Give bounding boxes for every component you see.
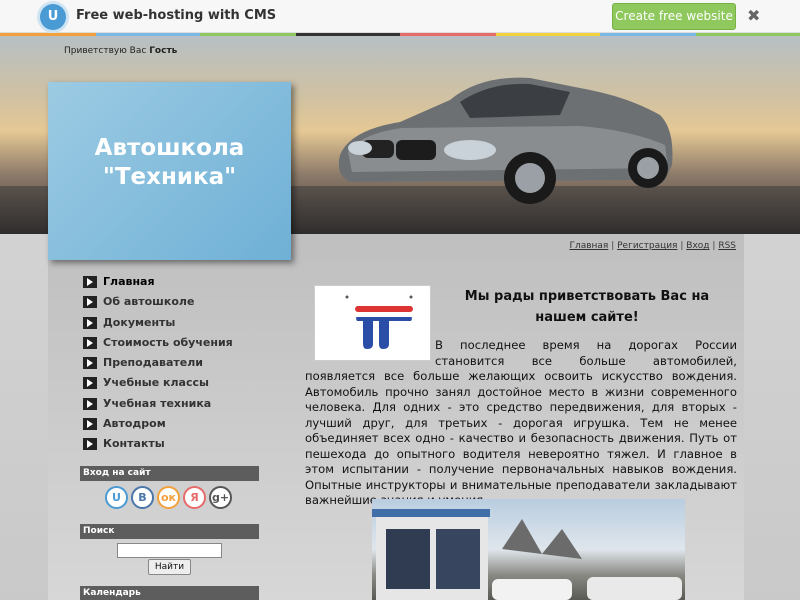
menu-item-contacts[interactable]: Контакты [83, 435, 233, 455]
login-block-title: Вход на сайт [80, 466, 259, 481]
vk-login-icon[interactable]: В [131, 486, 154, 509]
menu-item-label: Учебная техника [103, 396, 212, 410]
top-links: Главная | Регистрация | Вход | RSS [560, 241, 736, 251]
arrow-right-icon [83, 418, 97, 431]
float-spacer [305, 338, 435, 368]
site-title[interactable]: Автошкола "Техника" [48, 134, 291, 192]
arrow-right-icon [83, 357, 97, 370]
menu-item-label: Об автошколе [103, 295, 195, 309]
car-image [338, 77, 673, 204]
menu-item-about[interactable]: Об автошколе [83, 293, 233, 313]
ucoz-topbar: U Free web-hosting with CMS Create free … [0, 0, 800, 33]
menu-item-label: Главная [103, 275, 155, 288]
search-button[interactable]: Найти [148, 559, 191, 575]
arrow-right-icon [83, 316, 97, 329]
menu-item-label: Контакты [103, 437, 165, 451]
greeting-prefix: Приветствую Вас [64, 46, 147, 56]
school-photo [372, 499, 685, 600]
menu-item-vehicles[interactable]: Учебная техника [83, 395, 233, 415]
photo-scene [372, 509, 682, 600]
menu-item-documents[interactable]: Документы [83, 314, 233, 334]
google-plus-login-icon[interactable]: g+ [209, 486, 232, 509]
odnoklassniki-login-icon[interactable]: ок [157, 486, 180, 509]
content-paragraph: В последнее время на дорогах России стан… [305, 338, 737, 509]
side-menu: Главная Об автошколе Документы Стоимость… [83, 273, 233, 456]
arrow-right-icon [83, 438, 97, 451]
separator: | [680, 241, 684, 251]
separator: | [611, 241, 615, 251]
menu-item-teachers[interactable]: Преподаватели [83, 354, 233, 374]
search-block-title: Поиск [80, 524, 259, 539]
menu-item-label: Документы [103, 315, 176, 329]
calendar-block-title: Календарь [80, 586, 259, 600]
arrow-right-icon [83, 296, 97, 309]
create-website-button[interactable]: Create free website [612, 3, 736, 30]
menu-item-cost[interactable]: Стоимость обучения [83, 334, 233, 354]
arrow-right-icon [83, 336, 97, 349]
menu-item-home[interactable]: Главная [83, 273, 233, 293]
social-login-icons: U В ок Я g+ [105, 486, 232, 509]
menu-item-classes[interactable]: Учебные классы [83, 374, 233, 394]
menu-item-label: Автодром [103, 417, 166, 431]
separator: | [712, 241, 716, 251]
menu-item-label: Стоимость обучения [103, 335, 233, 349]
menu-item-label: Учебные классы [103, 376, 209, 390]
content-heading: Мы рады приветствовать Вас на нашем сайт… [464, 289, 710, 325]
site-title-line2: "Техника" [102, 164, 237, 190]
link-login[interactable]: Вход [686, 241, 709, 251]
site-title-box: Автошкола "Техника" [48, 82, 291, 260]
arrow-right-icon [83, 397, 97, 410]
ucoz-login-icon[interactable]: U [105, 486, 128, 509]
link-rss[interactable]: RSS [718, 241, 736, 251]
close-icon[interactable]: ✖ [747, 6, 760, 25]
topbar-brand[interactable]: Free web-hosting with CMS [76, 8, 276, 23]
menu-item-label: Преподаватели [103, 356, 203, 370]
arrow-right-icon [83, 377, 97, 390]
link-home[interactable]: Главная [569, 241, 608, 251]
greeting-text: Приветствую Вас Гость [64, 46, 177, 56]
menu-item-autodrome[interactable]: Автодром [83, 415, 233, 435]
search-input[interactable] [117, 543, 222, 558]
link-register[interactable]: Регистрация [617, 241, 677, 251]
site-title-line1: Автошкола [94, 135, 245, 161]
greeting-user: Гость [149, 46, 178, 56]
ucoz-logo-icon[interactable]: U [40, 4, 66, 30]
arrow-right-icon [83, 276, 97, 288]
yandex-login-icon[interactable]: Я [183, 486, 206, 509]
